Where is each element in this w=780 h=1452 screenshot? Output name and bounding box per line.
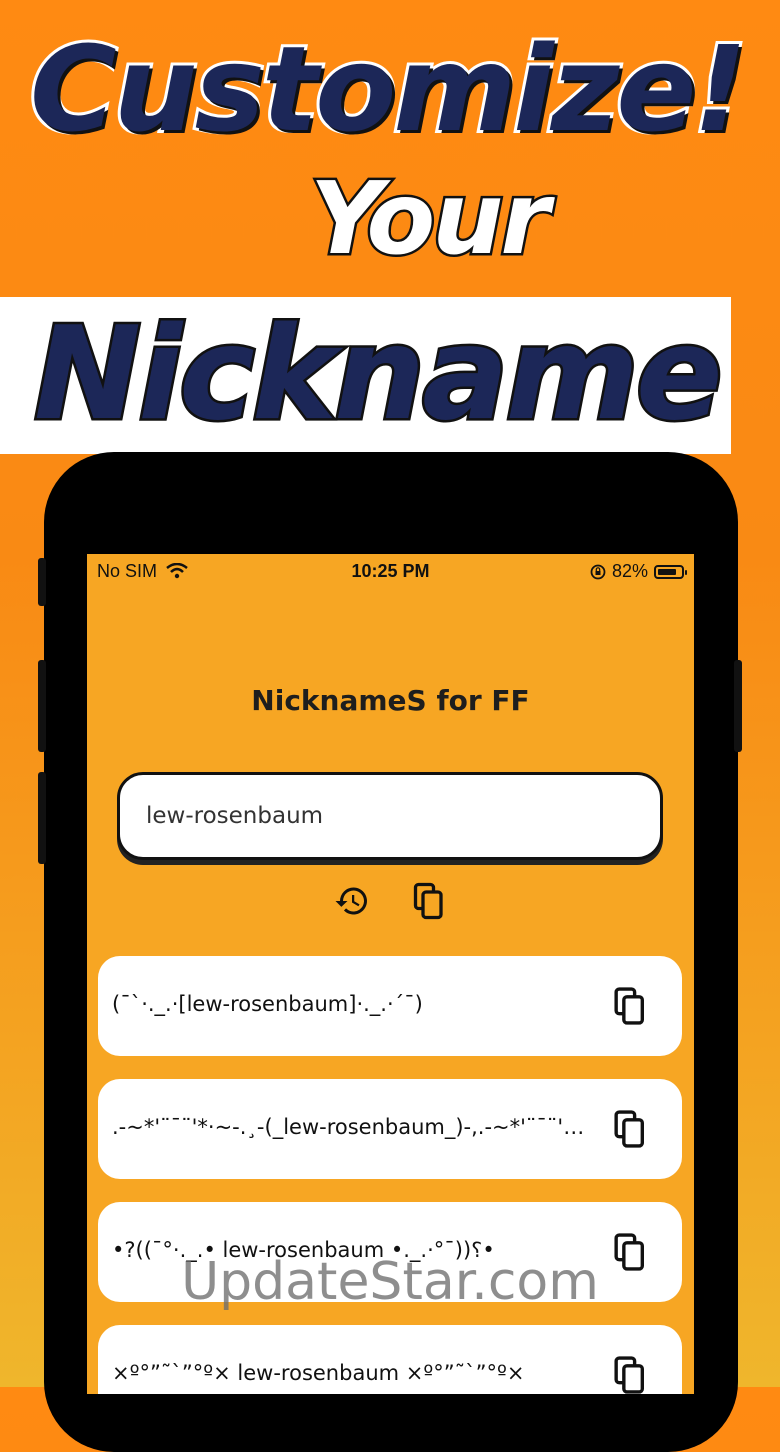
result-card[interactable]: (¯`·._.·[lew-rosenbaum]·._.·´¯) xyxy=(98,956,682,1056)
copy-all-button[interactable] xyxy=(407,879,451,923)
battery-icon xyxy=(654,564,687,579)
copy-icon[interactable] xyxy=(610,1109,650,1149)
watermark: UpdateStar.com xyxy=(181,1252,599,1312)
copy-icon[interactable] xyxy=(610,1355,650,1394)
phone-volume-down xyxy=(38,772,46,864)
phone-mute-switch xyxy=(38,558,46,606)
status-bar: No SIM 10:25 PM 82% xyxy=(87,554,694,588)
battery-percent: 82% xyxy=(611,561,648,581)
promo-headline-nickname: Nickname xyxy=(32,298,726,452)
history-icon xyxy=(335,887,367,915)
promo-headline-customize: Customize! xyxy=(27,17,750,161)
copy-icon[interactable] xyxy=(610,986,650,1026)
copy-icon xyxy=(413,882,443,920)
battery-level xyxy=(658,568,677,575)
nickname-input[interactable] xyxy=(120,775,660,857)
promo-headline-your: Your xyxy=(308,158,553,280)
orientation-lock-icon xyxy=(590,564,606,579)
phone-power-button xyxy=(734,660,742,752)
result-card[interactable]: ×º°”˜`”°º× lew-rosenbaum ×º°”˜`”°º× xyxy=(98,1325,682,1394)
phone-volume-up xyxy=(38,660,46,752)
result-text: (¯`·._.·[lew-rosenbaum]·._.·´¯) xyxy=(112,992,423,1016)
app-title: NicknameS for FF xyxy=(251,684,530,717)
nickname-input-container xyxy=(117,772,663,860)
history-button[interactable] xyxy=(330,879,374,923)
result-text: ×º°”˜`”°º× lew-rosenbaum ×º°”˜`”°º× xyxy=(112,1361,525,1385)
result-card[interactable]: .-~*'¨¯¨'*·~-.¸-(_lew-rosenbaum_)-,.-~*'… xyxy=(98,1079,682,1179)
result-text: .-~*'¨¯¨'*·~-.¸-(_lew-rosenbaum_)-,.-~*'… xyxy=(112,1115,592,1139)
